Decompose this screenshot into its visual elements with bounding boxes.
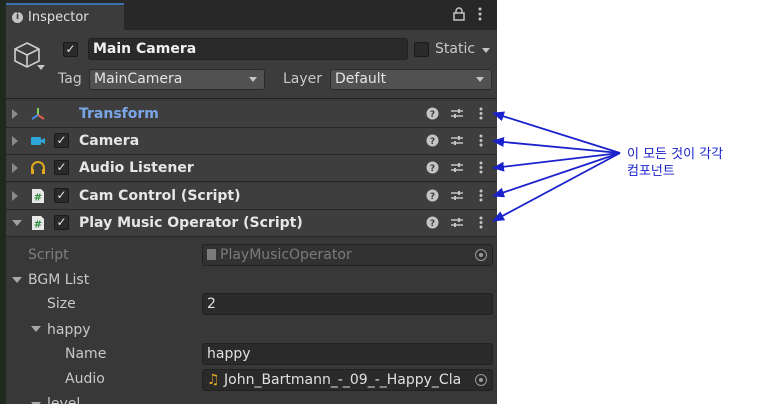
info-icon: i — [12, 12, 23, 23]
svg-text:?: ? — [430, 219, 435, 229]
object-picker-icon[interactable] — [475, 374, 487, 386]
layer-dropdown[interactable]: Default — [330, 69, 492, 90]
svg-text:#: # — [34, 193, 42, 204]
foldout-arrow-icon[interactable] — [12, 163, 18, 173]
headphones-icon — [30, 160, 46, 176]
preset-icon[interactable] — [450, 134, 464, 151]
active-checkbox[interactable]: ✓ — [63, 42, 78, 57]
audio-value: John_Bartmann_-_09_-_Happy_Cla — [224, 372, 462, 388]
enabled-checkbox[interactable]: ✓ — [54, 160, 69, 175]
context-menu-icon[interactable] — [479, 134, 483, 151]
arrow-to-cam-control — [492, 152, 621, 198]
enabled-checkbox[interactable]: ✓ — [54, 133, 69, 148]
foldout-arrow-icon[interactable] — [12, 109, 18, 119]
component-play-music-operator[interactable]: # ✓ Play Music Operator (Script) ? — [6, 210, 497, 237]
layer-value: Default — [335, 71, 387, 87]
bgm-list-foldout-icon[interactable] — [12, 277, 22, 283]
svg-text:?: ? — [430, 192, 435, 202]
help-icon[interactable]: ? — [426, 216, 439, 233]
component-cam-control[interactable]: # ✓ Cam Control (Script) ? — [6, 183, 497, 210]
arrow-to-camera — [492, 137, 621, 154]
script-icon: # — [30, 215, 46, 231]
help-icon[interactable]: ? — [426, 161, 439, 178]
component-label: Transform — [79, 106, 159, 122]
more-options-icon[interactable] — [478, 7, 482, 25]
help-icon[interactable]: ? — [426, 134, 439, 151]
script-label: Script — [28, 247, 69, 263]
context-menu-icon[interactable] — [479, 107, 483, 124]
transform-icon — [30, 106, 46, 122]
enabled-checkbox[interactable]: ✓ — [54, 188, 69, 203]
gameobject-header: ✓ Main Camera Static Tag MainCamera Laye… — [6, 30, 497, 99]
name-label: Name — [65, 346, 107, 362]
context-menu-icon[interactable] — [479, 189, 483, 206]
size-field[interactable]: 2 — [202, 293, 493, 315]
script-icon: # — [30, 188, 46, 204]
object-picker-icon — [475, 249, 487, 261]
script-value: PlayMusicOperator — [220, 247, 352, 263]
chevron-down-icon — [476, 77, 484, 82]
preset-icon[interactable] — [450, 216, 464, 233]
tag-value: MainCamera — [94, 71, 183, 87]
foldout-arrow-icon[interactable] — [12, 136, 18, 146]
tab-bar: i Inspector — [6, 0, 497, 30]
icon-dropdown-arrow-icon[interactable] — [37, 65, 45, 70]
bgm-list-label[interactable]: BGM List — [28, 272, 89, 288]
svg-text:#: # — [34, 220, 42, 231]
arrow-to-play-music-operator — [492, 152, 621, 222]
tab-inspector[interactable]: i Inspector — [6, 3, 124, 30]
component-audio-listener[interactable]: ✓ Audio Listener ? — [6, 155, 497, 182]
next-element-label[interactable]: level — [47, 396, 80, 404]
arrow-to-audio-listener — [492, 152, 621, 172]
help-icon[interactable]: ? — [426, 189, 439, 206]
svg-text:?: ? — [430, 164, 435, 174]
component-camera[interactable]: ✓ Camera ? — [6, 128, 497, 155]
element-foldout-icon[interactable] — [31, 326, 41, 332]
enabled-checkbox[interactable]: ✓ — [54, 215, 69, 230]
svg-text:?: ? — [430, 110, 435, 120]
size-label: Size — [47, 296, 76, 312]
help-icon[interactable]: ? — [426, 107, 439, 124]
element-label[interactable]: happy — [47, 322, 91, 338]
foldout-arrow-icon[interactable] — [12, 191, 18, 201]
layer-label: Layer — [283, 71, 323, 87]
audio-clip-icon: ♫ — [207, 372, 220, 388]
chevron-down-icon — [249, 77, 257, 82]
context-menu-icon[interactable] — [479, 216, 483, 233]
gameobject-name-field[interactable]: Main Camera — [88, 38, 408, 60]
script-file-icon — [207, 249, 216, 260]
preset-icon[interactable] — [450, 189, 464, 206]
component-label: Audio Listener — [79, 160, 194, 176]
audio-field[interactable]: ♫ John_Bartmann_-_09_-_Happy_Cla — [202, 369, 493, 391]
static-label[interactable]: Static — [435, 41, 475, 57]
preset-icon[interactable] — [450, 161, 464, 178]
context-menu-icon[interactable] — [479, 161, 483, 178]
tag-dropdown[interactable]: MainCamera — [89, 69, 265, 90]
component-transform[interactable]: Transform ? — [6, 101, 497, 128]
tab-title: Inspector — [28, 10, 89, 25]
lock-icon[interactable] — [453, 7, 465, 25]
annotation-text: 이 모든 것이 각각 컴포넌트 — [627, 147, 724, 179]
component-label: Cam Control (Script) — [79, 188, 241, 204]
static-dropdown-arrow-icon[interactable] — [482, 48, 490, 53]
preset-icon[interactable] — [450, 107, 464, 124]
component-label: Camera — [79, 133, 140, 149]
name-field[interactable]: happy — [202, 343, 493, 365]
foldout-arrow-icon[interactable] — [12, 220, 22, 226]
script-field: PlayMusicOperator — [202, 244, 493, 266]
component-label: Play Music Operator (Script) — [79, 215, 303, 231]
tag-label: Tag — [58, 71, 82, 87]
inspector-panel: i Inspector ✓ Main Camera Static Tag Mai… — [6, 0, 497, 404]
svg-text:?: ? — [430, 137, 435, 147]
camera-icon — [30, 133, 46, 149]
audio-label: Audio — [65, 371, 105, 387]
arrow-to-transform — [492, 111, 621, 154]
static-checkbox[interactable] — [414, 42, 429, 57]
